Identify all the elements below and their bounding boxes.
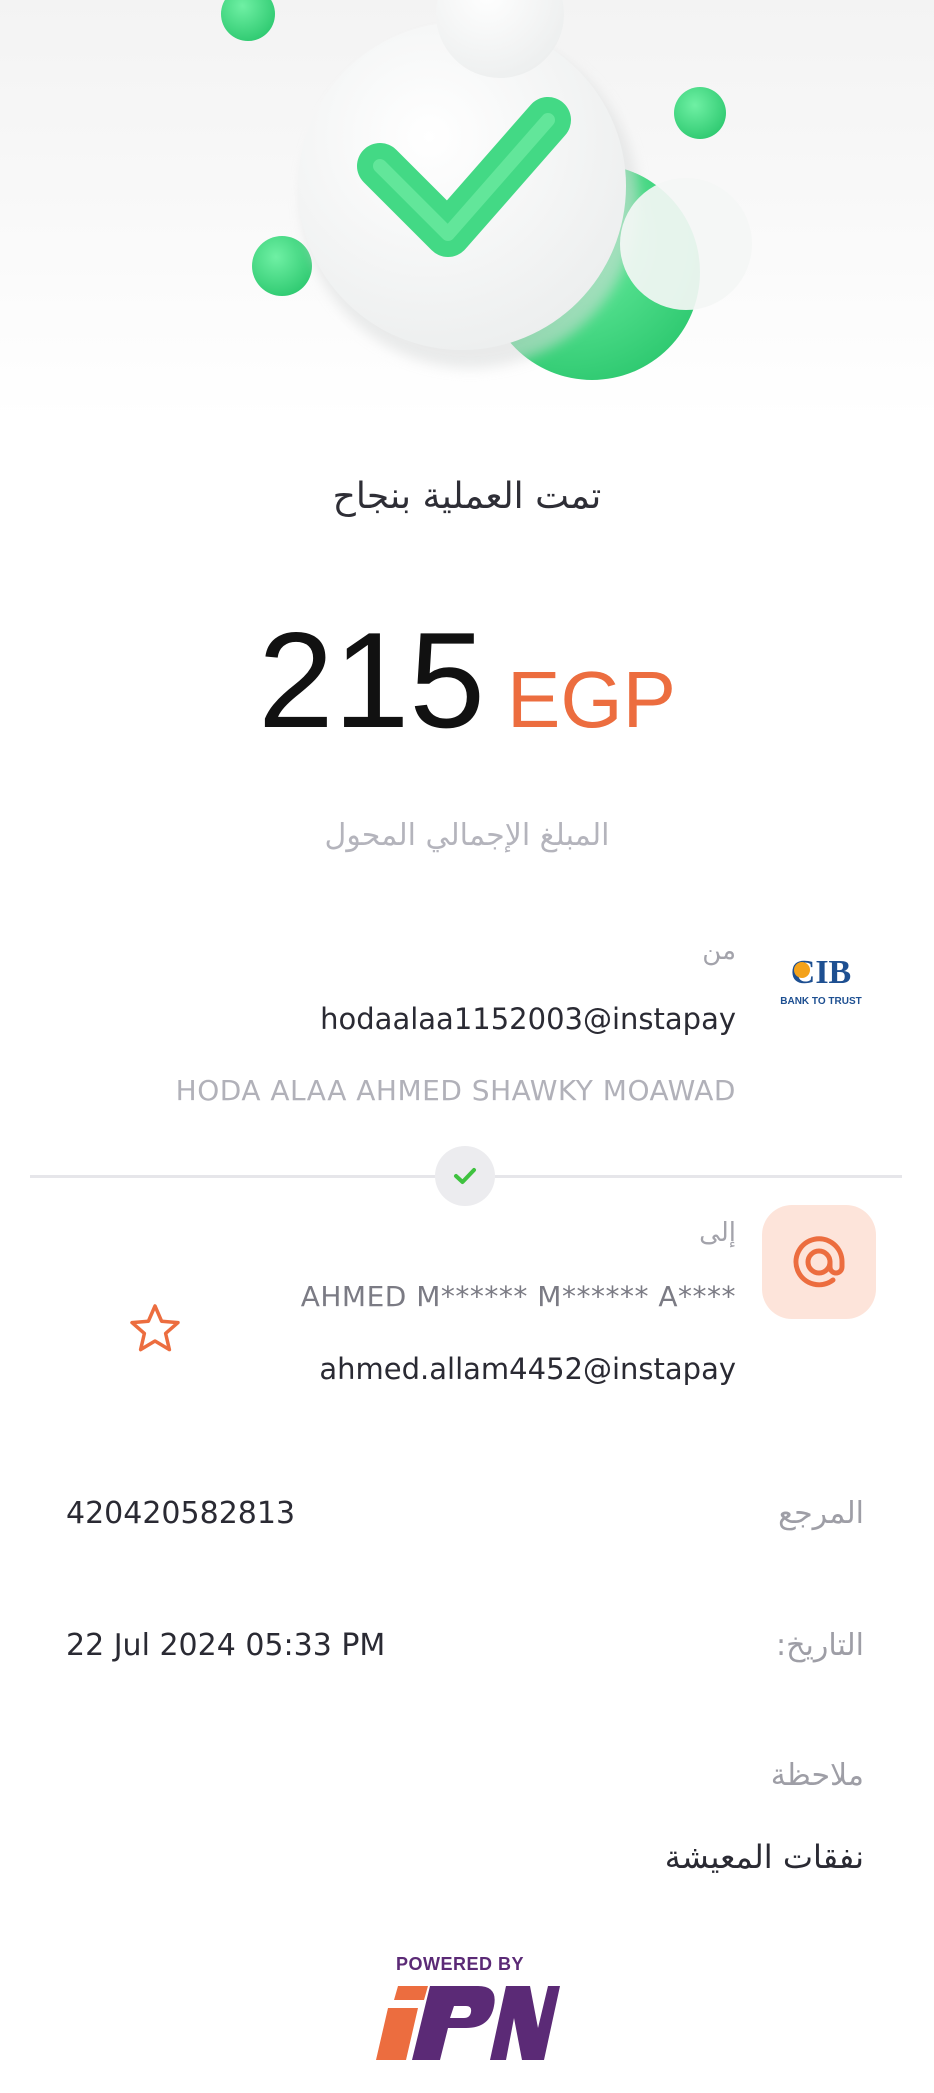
sender-name: HODA ALAA AHMED SHAWKY MOAWAD: [175, 1074, 736, 1107]
sender-handle: hodaalaa1152003@instapay: [320, 1002, 736, 1036]
receiver-name: AHMED M****** M****** A****: [300, 1280, 736, 1313]
receiver-handle: ahmed.allam4452@instapay: [319, 1352, 736, 1386]
bank-logo: CIB BANK TO TRUST: [766, 952, 876, 1010]
amount-caption: المبلغ الإجمالي المحول: [324, 818, 610, 853]
sender-label: من: [702, 936, 736, 966]
at-sign-icon: [762, 1205, 876, 1319]
date-value: 22 Jul 2024 05:33 PM: [66, 1628, 386, 1663]
status-title: تمت العملية بنجاح: [332, 476, 602, 517]
ipn-logo: [370, 1974, 560, 2070]
success-check-icon: [221, 0, 752, 380]
reference-label: المرجع: [778, 1496, 864, 1531]
svg-text:BANK TO TRUST: BANK TO TRUST: [780, 996, 861, 1007]
note-label: ملاحظة: [770, 1758, 864, 1793]
check-icon: [435, 1146, 495, 1206]
amount-currency: EGP: [506, 655, 676, 744]
receiver-label: إلى: [699, 1218, 736, 1248]
powered-by-label: POWERED BY: [395, 1954, 524, 1974]
favorite-star-icon[interactable]: [128, 1302, 182, 1356]
note-value: نفقات المعيشة: [664, 1838, 864, 1876]
amount-display: 215 EGP: [0, 612, 934, 748]
success-hero: [0, 0, 934, 420]
date-label: التاريخ:: [776, 1628, 864, 1663]
reference-value: 420420582813: [66, 1496, 296, 1531]
amount-value: 215: [258, 604, 485, 756]
